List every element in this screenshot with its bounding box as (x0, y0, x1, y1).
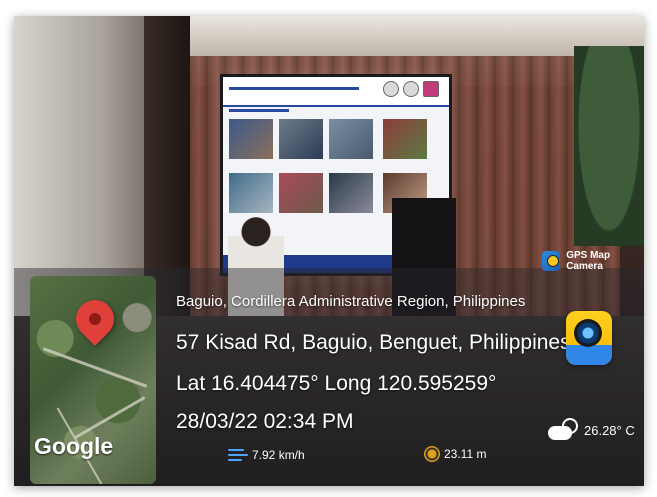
gps-map-camera-app-icon (566, 311, 612, 365)
camera-lens-icon (574, 319, 602, 347)
map-road (42, 347, 148, 388)
altitude-icon (424, 446, 440, 462)
slide-photo (329, 173, 373, 213)
slide-photo (229, 119, 273, 159)
slide-title-bar (229, 87, 359, 90)
wind-speed-value: 7.92 km/h (252, 448, 305, 462)
decorative-plant (574, 46, 644, 246)
badge-label: GPS Map Camera (566, 250, 611, 272)
altitude-value: 23.11 m (444, 447, 487, 461)
weather-info: 26.28° C (548, 418, 635, 442)
location-address: 57 Kisad Rd, Baguio, Benguet, Philippine… (176, 331, 571, 354)
slide-photo (383, 119, 427, 159)
slide-logo-2 (403, 81, 419, 97)
temperature-value: 26.28° C (584, 422, 635, 438)
cloud-shape (548, 426, 572, 440)
slide-photo (279, 173, 323, 213)
altitude-info: 23.11 m (424, 446, 486, 462)
partly-cloudy-icon (548, 418, 578, 442)
slide-photo (329, 119, 373, 159)
slide-section-bar (229, 109, 289, 112)
gps-map-camera-icon (542, 251, 561, 271)
google-logo: Google (34, 433, 114, 459)
slide-header (223, 77, 449, 107)
slide-logo-3 (423, 81, 439, 97)
photo-frame: Google GPS Map Camera Baguio, Cordillera… (0, 0, 657, 497)
capture-datetime: 28/03/22 02:34 PM (176, 410, 354, 433)
wind-icon (228, 446, 250, 464)
map-thumbnail: Google (30, 276, 156, 484)
gps-map-camera-badge: GPS Map Camera (542, 248, 642, 274)
app-icon-sky (566, 345, 612, 365)
slide-photo (279, 119, 323, 159)
slide-logo-1 (383, 81, 399, 97)
map-pin-icon (68, 292, 122, 346)
wind-info: 7.92 km/h (228, 446, 305, 464)
location-coordinates: Lat 16.404475° Long 120.595259° (176, 372, 497, 395)
slide-photo (229, 173, 273, 213)
location-region: Baguio, Cordillera Administrative Region… (176, 293, 526, 310)
